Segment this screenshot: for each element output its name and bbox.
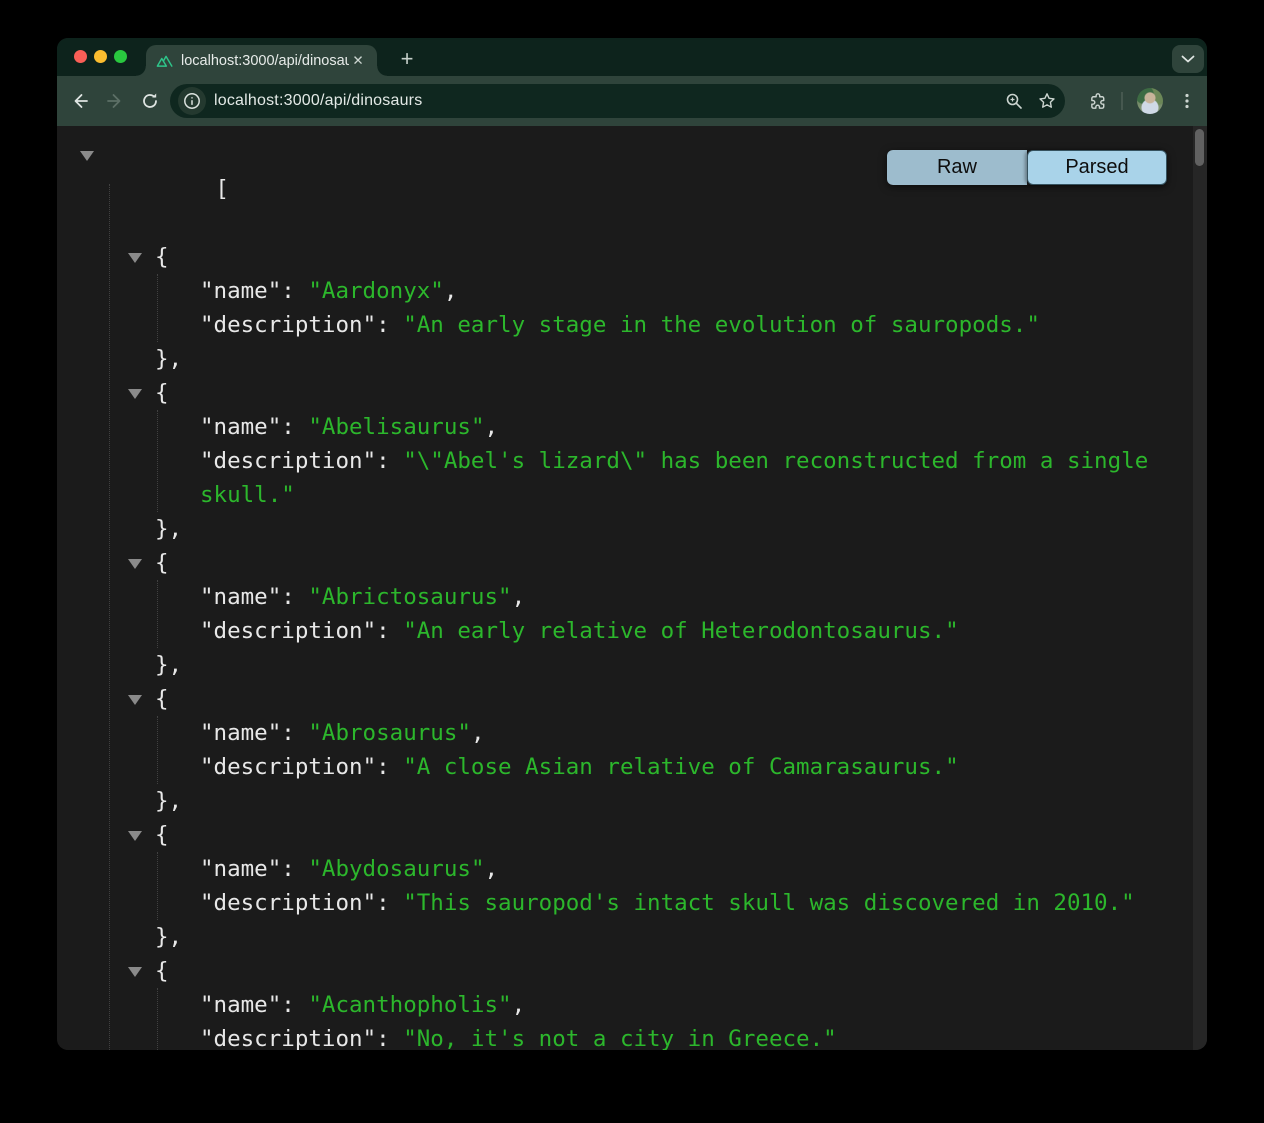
tab-favicon-icon [156, 53, 173, 68]
collapse-triangle-icon[interactable] [80, 151, 94, 161]
json-description-row: description: No, it's not a city in Gree… [200, 1022, 1179, 1050]
json-object-open-row: { [155, 240, 1189, 274]
reload-button[interactable] [141, 92, 159, 110]
json-string: Abelisaurus [308, 414, 484, 440]
json-string: Abydosaurus [308, 856, 484, 882]
collapse-triangle-icon[interactable] [128, 559, 142, 569]
json-object: { name: Abrictosaurus, description: An e… [57, 546, 1189, 682]
json-name-row: name: Abrosaurus, [200, 716, 1179, 750]
json-object-close-row: }, [155, 920, 1189, 954]
browser-window: localhost:3000/api/dinosaurs ✕ + [57, 38, 1207, 1050]
json-object-open-row: { [155, 376, 1189, 410]
json-string: Abrictosaurus [308, 584, 511, 610]
extensions-puzzle-button[interactable] [1089, 92, 1107, 110]
new-tab-button[interactable]: + [393, 46, 421, 74]
tab-title: localhost:3000/api/dinosaurs [181, 53, 349, 69]
parsed-button[interactable]: Parsed [1027, 150, 1167, 185]
forward-button[interactable] [105, 92, 123, 110]
json-object: { name: Abelisaurus, description: \"Abel… [57, 376, 1189, 546]
json-key: name [200, 584, 281, 610]
json-description-row: description: An early relative of Hetero… [200, 614, 1179, 648]
address-bar[interactable]: localhost:3000/api/dinosaurs [170, 84, 1065, 118]
browser-tab[interactable]: localhost:3000/api/dinosaurs ✕ [146, 45, 377, 76]
json-description-row: description: This sauropod's intact skul… [200, 886, 1179, 920]
json-name-row: name: Aardonyx, [200, 274, 1179, 308]
tab-search-button[interactable] [1172, 45, 1204, 73]
collapse-triangle-icon[interactable] [128, 967, 142, 977]
json-object-close-row: }, [155, 648, 1189, 682]
json-object-close-row: }, [155, 512, 1189, 546]
zoom-page-button[interactable] [1005, 92, 1023, 110]
json-description-row: description: \"Abel's lizard\" has been … [200, 444, 1179, 512]
json-object: { name: Aardonyx, description: An early … [57, 240, 1189, 376]
json-object-close-row: }, [155, 784, 1189, 818]
profile-avatar[interactable] [1137, 88, 1163, 114]
url-text[interactable]: localhost:3000/api/dinosaurs [214, 84, 422, 118]
json-string: An early relative of Heterodontosaurus. [403, 618, 958, 644]
json-key: description [200, 754, 376, 780]
json-key: description [200, 1026, 376, 1050]
json-string: A close Asian relative of Camarasaurus. [403, 754, 958, 780]
json-string: An early stage in the evolution of sauro… [403, 312, 1040, 338]
json-string: This sauropod's intact skull was discove… [403, 890, 1135, 916]
json-object-open-row: { [155, 818, 1189, 852]
chevron-down-icon [1181, 55, 1195, 63]
json-object-close-row: }, [155, 342, 1189, 376]
json-object: { name: Acanthopholis, description: No, … [57, 954, 1189, 1050]
close-window-button[interactable] [74, 50, 87, 63]
json-name-row: name: Abrictosaurus, [200, 580, 1179, 614]
raw-parsed-toggle: Raw Parsed [887, 150, 1167, 185]
json-object-open-row: { [155, 682, 1189, 716]
json-description-row: description: A close Asian relative of C… [200, 750, 1179, 784]
json-object: { name: Abrosaurus, description: A close… [57, 682, 1189, 818]
back-button[interactable] [72, 92, 90, 110]
zoom-window-button[interactable] [114, 50, 127, 63]
collapse-triangle-icon[interactable] [128, 831, 142, 841]
json-key: name [200, 720, 281, 746]
scrollbar-track[interactable] [1193, 126, 1207, 1050]
json-viewer: [ { name: Aardonyx, description: An earl… [57, 138, 1189, 1050]
json-string: No, it's not a city in Greece. [403, 1026, 836, 1050]
json-name-row: name: Acanthopholis, [200, 988, 1179, 1022]
collapse-triangle-icon[interactable] [128, 253, 142, 263]
bookmark-star-button[interactable] [1038, 92, 1056, 110]
window-controls [74, 50, 127, 63]
json-object-open-row: { [155, 954, 1189, 988]
json-key: description [200, 890, 376, 916]
minimize-window-button[interactable] [94, 50, 107, 63]
collapse-triangle-icon[interactable] [128, 389, 142, 399]
json-key: name [200, 992, 281, 1018]
page-content: Raw Parsed [ { name: Aardonyx, descripti… [57, 126, 1207, 1050]
browser-toolbar: localhost:3000/api/dinosaurs [57, 76, 1207, 126]
site-info-button[interactable] [178, 87, 206, 115]
toolbar-divider [1121, 92, 1123, 110]
json-key: name [200, 856, 281, 882]
json-object-open-row: { [155, 546, 1189, 580]
json-name-row: name: Abelisaurus, [200, 410, 1179, 444]
json-string: Aardonyx [308, 278, 443, 304]
json-key: name [200, 414, 281, 440]
json-string: Abrosaurus [308, 720, 471, 746]
json-string: Acanthopholis [308, 992, 511, 1018]
json-description-row: description: An early stage in the evolu… [200, 308, 1179, 342]
json-key: description [200, 312, 376, 338]
json-key: name [200, 278, 281, 304]
scrollbar-thumb[interactable] [1195, 129, 1204, 166]
browser-menu-button[interactable] [1178, 92, 1196, 110]
info-icon [183, 92, 201, 110]
collapse-triangle-icon[interactable] [128, 695, 142, 705]
json-key: description [200, 448, 376, 474]
json-object: { name: Abydosaurus, description: This s… [57, 818, 1189, 954]
raw-button[interactable]: Raw [887, 150, 1027, 185]
tab-close-icon[interactable]: ✕ [349, 52, 367, 70]
tab-strip: localhost:3000/api/dinosaurs ✕ + [57, 38, 1207, 76]
json-key: description [200, 618, 376, 644]
json-name-row: name: Abydosaurus, [200, 852, 1179, 886]
